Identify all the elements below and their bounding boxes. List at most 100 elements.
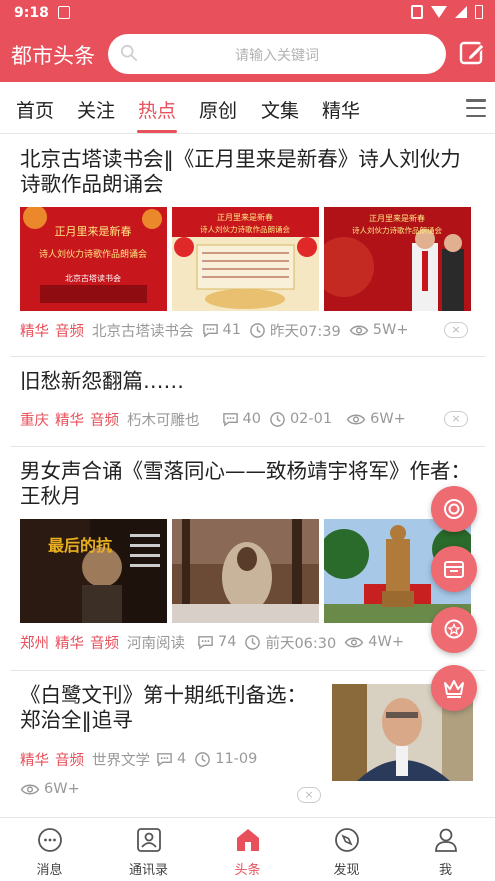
article-meta: 精华 音频 北京古塔读书会 41 昨天07:39 5W+	[20, 318, 416, 342]
tag-label[interactable]: 重庆	[20, 409, 49, 430]
thumbnail-image[interactable]	[172, 519, 319, 623]
star-badge-icon	[444, 619, 464, 639]
tag-label[interactable]: 音频	[90, 409, 119, 430]
thumbnail-caption: 正月里来是新春	[55, 224, 132, 238]
news-feed[interactable]: 北京古塔读书会‖《正月里来是新春》诗人刘伙力诗歌作品朗诵会 正月里来是新春 诗人…	[0, 135, 495, 817]
comment-count: 41	[222, 322, 241, 338]
crown-icon	[444, 680, 464, 698]
bottom-navigation: 消息 通讯录 头条 发现 我	[0, 817, 495, 881]
clock-icon	[195, 751, 211, 767]
article-meta: 郑州 精华 音频 河南阅读 74 前天06:30 4W+	[20, 630, 412, 654]
article-card[interactable]: 男女声合诵《雪落同心——致杨靖宇将军》作者：王秋月 最后的抗 郑州 精华 音频 …	[0, 447, 495, 671]
comment-icon	[222, 412, 238, 427]
view-count: 4W+	[368, 634, 404, 650]
menu-icon[interactable]	[466, 99, 486, 117]
publish-time: 11-09	[215, 751, 258, 767]
eye-icon	[346, 414, 366, 424]
notification-icon	[58, 6, 70, 19]
nav-discover[interactable]: 发现	[297, 818, 396, 881]
article-title[interactable]: 旧愁新怨翻篇……	[20, 369, 480, 394]
comment-count: 74	[218, 634, 237, 650]
article-card[interactable]: 旧愁新怨翻篇…… 重庆 精华 音频 朽木可雕也 40 02-01 6W+ ×	[0, 357, 495, 447]
nav-label: 头条	[234, 863, 261, 878]
nav-label: 发现	[333, 863, 360, 878]
article-meta: 6W+	[20, 777, 88, 801]
publish-time: 昨天07:39	[269, 323, 341, 340]
crown-float-button[interactable]	[431, 665, 477, 711]
calendar-float-button[interactable]	[431, 546, 477, 592]
article-title[interactable]: 男女声合诵《雪落同心——致杨靖宇将军》作者：王秋月	[20, 459, 480, 509]
tag-label[interactable]: 音频	[90, 632, 119, 653]
article-card[interactable]: 北京古塔读书会‖《正月里来是新春》诗人刘伙力诗歌作品朗诵会 正月里来是新春 诗人…	[0, 135, 495, 357]
refresh-float-button[interactable]	[431, 486, 477, 532]
thumbnail-caption: 正月里来是新春	[217, 212, 273, 222]
source-name[interactable]: 朽木可雕也	[127, 409, 200, 430]
tab-featured[interactable]: 精华	[322, 96, 360, 123]
article-thumbnails: 最后的抗	[20, 519, 471, 623]
home-icon	[237, 829, 259, 851]
thumbnail-caption: 北京古塔读书会	[65, 273, 121, 283]
publish-time: 前天06:30	[265, 635, 337, 652]
clock-icon	[250, 322, 265, 338]
edit-icon[interactable]	[459, 40, 485, 66]
eye-icon	[344, 637, 364, 647]
search-placeholder: 请输入关键词	[235, 48, 319, 64]
thumbnail-caption: 最后的抗	[48, 536, 112, 555]
tag-label[interactable]: 精华	[20, 749, 49, 770]
tab-home[interactable]: 首页	[16, 96, 54, 123]
dismiss-icon[interactable]: ×	[444, 322, 468, 338]
person-icon	[435, 828, 457, 852]
dismiss-icon[interactable]: ×	[297, 787, 321, 803]
tag-label[interactable]: 精华	[55, 632, 84, 653]
nav-me[interactable]: 我	[396, 818, 495, 881]
tag-label[interactable]: 郑州	[20, 632, 49, 653]
tab-original[interactable]: 原创	[199, 96, 237, 123]
comment-icon	[202, 323, 218, 338]
thumbnail-caption: 诗人刘伙力诗歌作品朗诵会	[39, 248, 147, 260]
nav-contacts[interactable]: 通讯录	[99, 818, 198, 881]
article-thumbnails: 正月里来是新春 诗人刘伙力诗歌作品朗诵会 北京古塔读书会 正月里来是新春 诗人刘…	[20, 207, 471, 311]
source-name[interactable]: 世界文学	[92, 749, 150, 770]
thumbnail-caption: 正月里来是新春	[369, 213, 425, 223]
tab-collection[interactable]: 文集	[261, 96, 299, 123]
comment-count: 4	[177, 751, 187, 767]
nav-label: 消息	[36, 863, 63, 878]
calendar-icon	[444, 561, 464, 578]
eye-icon	[349, 325, 369, 335]
comment-icon	[198, 635, 213, 650]
thumbnail-image[interactable]: 正月里来是新春 诗人刘伙力诗歌作品朗诵会 北京古塔读书会	[20, 207, 167, 311]
badge-float-button[interactable]	[431, 607, 477, 653]
nav-label: 通讯录	[128, 863, 168, 878]
tag-label[interactable]: 音频	[55, 320, 84, 341]
thumbnail-image[interactable]: 正月里来是新春 诗人刘伙力诗歌作品朗诵会	[324, 207, 471, 311]
nav-messages[interactable]: 消息	[0, 818, 99, 881]
thumbnail-caption: 诗人刘伙力诗歌作品朗诵会	[352, 225, 442, 235]
battery-icon	[475, 5, 483, 19]
tag-label[interactable]: 精华	[20, 320, 49, 341]
status-bar: 9:18	[0, 0, 495, 27]
article-title[interactable]: 北京古塔读书会‖《正月里来是新春》诗人刘伙力诗歌作品朗诵会	[20, 147, 480, 197]
source-name[interactable]: 北京古塔读书会	[92, 320, 194, 341]
status-icons	[411, 5, 483, 19]
view-count: 5W+	[372, 322, 409, 338]
active-tab-indicator	[137, 130, 177, 133]
dismiss-icon[interactable]: ×	[444, 411, 468, 427]
tab-hot[interactable]: 热点	[138, 96, 176, 123]
comment-icon	[157, 752, 172, 767]
thumbnail-image[interactable]: 最后的抗	[20, 519, 167, 623]
status-time: 9:18	[14, 5, 49, 21]
article-meta: 精华 音频 世界文学 4 11-09	[20, 747, 265, 771]
tag-label[interactable]: 音频	[55, 749, 84, 770]
vibrate-icon	[411, 5, 423, 19]
article-meta: 重庆 精华 音频 朽木可雕也 40 02-01 6W+	[20, 407, 414, 431]
clock-icon	[270, 411, 285, 427]
contacts-icon	[137, 828, 161, 852]
tab-follow[interactable]: 关注	[77, 96, 115, 123]
source-name[interactable]: 河南阅读	[127, 632, 185, 653]
search-input[interactable]: 请输入关键词	[108, 34, 446, 74]
thumbnail-image[interactable]: 正月里来是新春 诗人刘伙力诗歌作品朗诵会	[172, 207, 319, 311]
article-card[interactable]: 《白鹭文刊》第十期纸刊备选：郑治全‖追寻 精华 音频 世界文学 4 11-09	[0, 671, 495, 817]
article-title[interactable]: 《白鹭文刊》第十期纸刊备选：郑治全‖追寻	[20, 683, 325, 733]
tag-label[interactable]: 精华	[55, 409, 84, 430]
nav-headlines[interactable]: 头条	[198, 818, 297, 881]
